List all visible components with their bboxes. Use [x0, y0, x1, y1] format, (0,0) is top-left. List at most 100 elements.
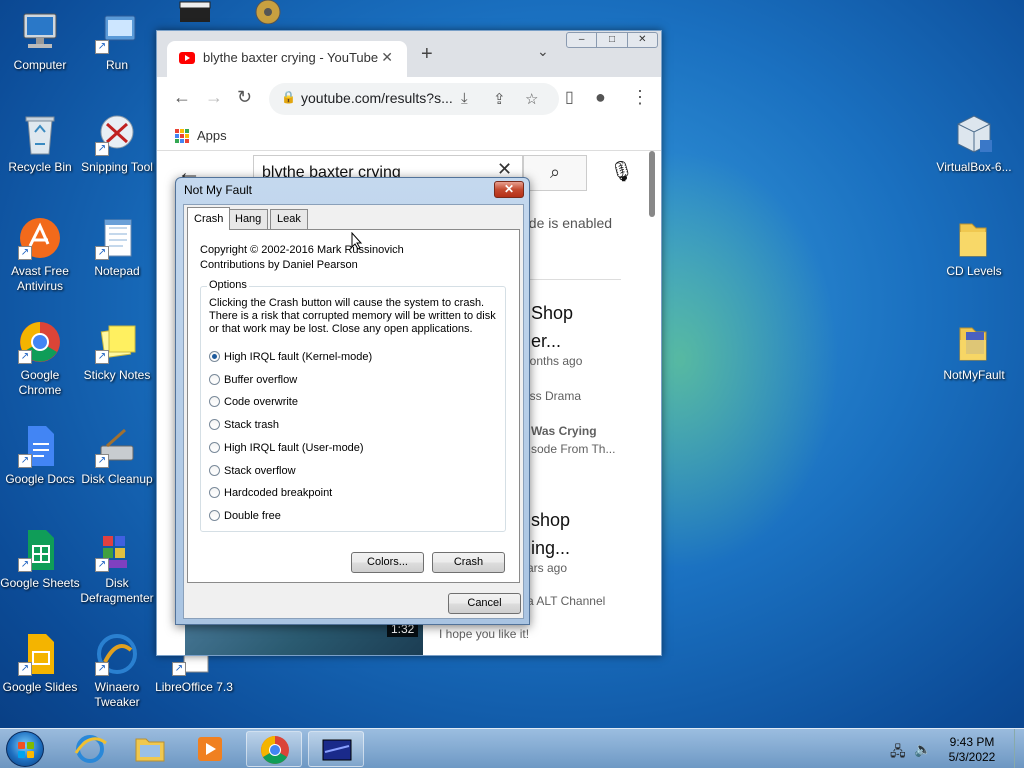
desktop-icon-computer[interactable]: Computer: [0, 10, 80, 73]
radio-icon: [209, 374, 220, 385]
profile-avatar-icon[interactable]: ●: [595, 87, 606, 108]
radio-stack-overflow[interactable]: Stack overflow: [209, 465, 296, 477]
radio-label: Stack overflow: [224, 465, 296, 477]
radio-hardcoded-breakpoint[interactable]: Hardcoded breakpoint: [209, 487, 332, 499]
minimize-button[interactable]: ‒: [567, 33, 598, 47]
tab-search-button[interactable]: ⌄: [537, 43, 549, 60]
desktop-icon-label: Winaero Tweaker: [94, 680, 140, 709]
shortcut-arrow-icon: ↗: [95, 558, 109, 572]
desktop-icon-google-docs[interactable]: ↗ Google Docs: [0, 424, 80, 487]
desktop-icon-recycle-bin[interactable]: Recycle Bin: [0, 112, 80, 175]
result-channel[interactable]: iss Drama: [527, 389, 581, 403]
cancel-button[interactable]: Cancel: [448, 593, 521, 614]
result-desc: I hope you like it!: [439, 627, 530, 641]
start-button[interactable]: [6, 731, 44, 767]
scrollbar-thumb[interactable]: [649, 151, 655, 217]
browser-toolbar: ← → ↻ 🔒 youtube.com/results?s... ⤓ ⇪ ☆ ▯…: [157, 77, 661, 121]
apps-bookmark[interactable]: Apps: [197, 128, 227, 143]
tab-hang[interactable]: Hang: [228, 209, 269, 229]
radio-stack-trash[interactable]: Stack trash: [209, 419, 279, 431]
desktop-icon-snipping-tool[interactable]: ↗ Snipping Tool: [77, 112, 157, 175]
radio-label: High IRQL fault (Kernel-mode): [224, 351, 373, 363]
radio-double-free[interactable]: Double free: [209, 510, 281, 522]
defragmenter-icon: ↗: [95, 528, 139, 572]
bookmark-star-icon[interactable]: ☆: [525, 90, 538, 108]
shortcut-arrow-icon: ↗: [18, 662, 32, 676]
reload-icon[interactable]: ↻: [237, 87, 252, 108]
radio-icon: [209, 396, 220, 407]
desktop-icon-disk-cleanup[interactable]: ↗ Disk Cleanup: [77, 424, 157, 487]
desktop-icon-disk-defragmenter[interactable]: ↗ Disk Defragmenter: [77, 528, 157, 606]
desktop-icon-label: Disk Cleanup: [81, 472, 153, 486]
tab-title: blythe baxter crying - YouTube: [203, 50, 379, 65]
desktop-icon-notepad[interactable]: ↗ Notepad: [77, 216, 157, 279]
result-title-line2[interactable]: ing...: [531, 538, 570, 559]
copyright-text: Copyright © 2002-2016 Mark Russinovich: [200, 244, 404, 256]
share-icon[interactable]: ⇪: [493, 90, 506, 108]
result-title-line2[interactable]: er...: [531, 331, 561, 352]
desktop-icon-winaero-tweaker[interactable]: ↗ Winaero Tweaker: [77, 632, 157, 710]
options-group-label: Options: [207, 279, 249, 291]
radio-high-irql-kernel[interactable]: High IRQL fault (Kernel-mode): [209, 351, 372, 363]
crash-button[interactable]: Crash: [432, 552, 505, 573]
tab-crash[interactable]: Crash: [187, 207, 231, 230]
tab-leak[interactable]: Leak: [270, 209, 308, 229]
google-docs-icon: ↗: [18, 424, 62, 468]
bookmarks-bar: Apps: [157, 121, 661, 151]
menu-kebab-icon[interactable]: ⋮: [631, 87, 649, 108]
taskbar-explorer-button[interactable]: [122, 731, 178, 767]
desktop-icon-label: Avast Free Antivirus: [11, 264, 69, 293]
side-panel-icon[interactable]: ▯: [565, 87, 574, 107]
desktop-icon-sticky-notes[interactable]: ↗ Sticky Notes: [77, 320, 157, 383]
desktop-icon-google-chrome[interactable]: ↗ Google Chrome: [0, 320, 80, 398]
radio-code-overwrite[interactable]: Code overwrite: [209, 396, 298, 408]
dialog-close-button[interactable]: ✕: [494, 181, 524, 198]
url-text: youtube.com/results?s...: [301, 90, 453, 106]
desktop-icon-virtualbox[interactable]: VirtualBox-6...: [934, 112, 1014, 175]
maximize-button[interactable]: □: [597, 33, 628, 47]
desktop-icon-label: Run: [105, 58, 128, 72]
desktop-icon-label: Sticky Notes: [83, 368, 151, 382]
radio-icon: [209, 510, 220, 521]
desktop-icon-label: NotMyFault: [943, 368, 1005, 382]
notepad-icon: ↗: [95, 216, 139, 260]
desktop-icon-google-slides[interactable]: ↗ Google Slides: [0, 632, 80, 695]
taskbar-clock[interactable]: 9:43 PM 5/3/2022: [936, 735, 1008, 765]
new-tab-button[interactable]: +: [421, 43, 433, 66]
desktop-icon-notmyfault[interactable]: NotMyFault: [934, 320, 1014, 383]
taskbar-media-player-button[interactable]: [182, 731, 238, 767]
close-button[interactable]: ✕: [628, 33, 657, 47]
radio-label: Buffer overflow: [224, 374, 298, 386]
result-title-line1[interactable]: Shop: [531, 303, 573, 324]
network-icon[interactable]: 🖧: [890, 741, 906, 765]
apps-grid-icon[interactable]: [175, 129, 189, 143]
radio-high-irql-user[interactable]: High IRQL fault (User-mode): [209, 442, 364, 454]
address-bar[interactable]: 🔒 youtube.com/results?s... ⤓ ⇪ ☆: [269, 83, 559, 115]
colors-button[interactable]: Colors...: [351, 552, 424, 573]
notmyfault-app-icon: [322, 739, 352, 761]
taskbar-ie-button[interactable]: [62, 731, 118, 767]
desktop-icon-run[interactable]: ↗ Run: [77, 10, 157, 73]
taskbar-chrome-button[interactable]: [246, 731, 302, 767]
clock-time: 9:43 PM: [949, 735, 995, 749]
back-arrow-icon[interactable]: ←: [173, 87, 191, 108]
result-title-line1[interactable]: shop: [531, 510, 570, 531]
microphone-icon[interactable]: 🎙: [609, 159, 634, 184]
radio-label: Stack trash: [224, 419, 280, 431]
tab-close-icon[interactable]: ✕: [381, 49, 393, 66]
search-icon[interactable]: ⌕: [523, 155, 587, 191]
desktop-icon-cd-levels[interactable]: CD Levels: [934, 216, 1014, 279]
volume-icon[interactable]: 🔈: [914, 741, 931, 758]
clock-date: 5/3/2022: [948, 750, 996, 764]
tab-youtube[interactable]: blythe baxter crying - YouTube ✕: [167, 41, 407, 77]
install-icon[interactable]: ⤓: [461, 90, 468, 107]
dialog-title: Not My Fault: [184, 183, 253, 197]
forward-arrow-icon[interactable]: →: [205, 87, 223, 108]
shortcut-arrow-icon: ↗: [95, 142, 109, 156]
desktop-icon-avast[interactable]: ↗ Avast Free Antivirus: [0, 216, 80, 294]
desktop-icon-google-sheets[interactable]: ↗ Google Sheets: [0, 528, 80, 591]
result-channel[interactable]: a ALT Channel: [527, 594, 605, 608]
taskbar-notmyfault-button[interactable]: [308, 731, 364, 767]
radio-buffer-overflow[interactable]: Buffer overflow: [209, 374, 297, 386]
show-desktop-button[interactable]: [1014, 729, 1024, 768]
